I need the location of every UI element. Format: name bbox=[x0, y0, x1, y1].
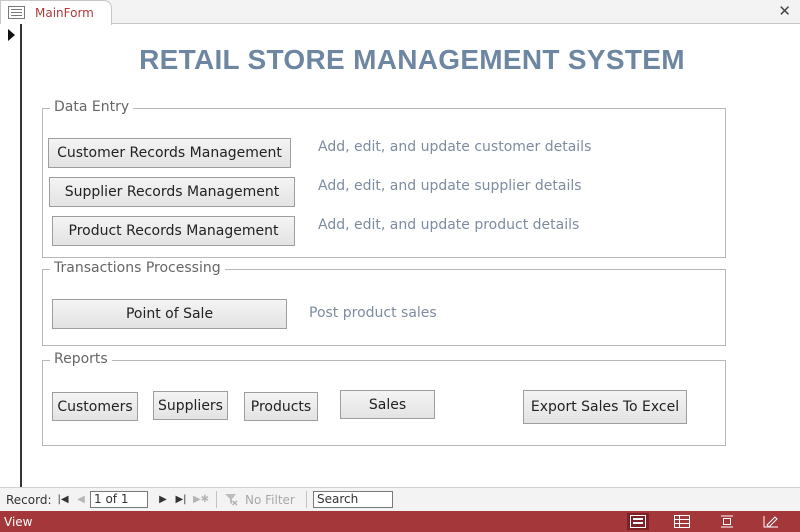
tab-label: MainForm bbox=[35, 6, 94, 20]
status-text: View bbox=[4, 515, 33, 529]
form-icon bbox=[8, 6, 25, 19]
record-navigation-bar: Record: |◀ ◀ 1 of 1 ▶ ▶| ▶✱ No Filter Se… bbox=[0, 487, 800, 511]
divider bbox=[216, 491, 217, 508]
first-record-icon[interactable]: |◀ bbox=[56, 492, 70, 506]
point-of-sale-description: Post product sales bbox=[309, 305, 437, 321]
record-label: Record: bbox=[6, 493, 52, 507]
supplier-records-management-button[interactable]: Supplier Records Management bbox=[49, 177, 295, 207]
data-entry-group-label: Data Entry bbox=[50, 99, 134, 115]
page-title: RETAIL STORE MANAGEMENT SYSTEM bbox=[139, 44, 685, 75]
close-icon[interactable]: ✕ bbox=[778, 2, 791, 20]
customer-records-description: Add, edit, and update customer details bbox=[318, 139, 592, 155]
transactions-processing-group-label: Transactions Processing bbox=[50, 260, 225, 276]
filter-icon bbox=[225, 494, 238, 506]
previous-record-icon[interactable]: ◀ bbox=[74, 492, 88, 506]
document-tab-strip: MainForm ✕ bbox=[0, 0, 800, 25]
search-input[interactable]: Search bbox=[313, 491, 393, 508]
layout-view-icon[interactable] bbox=[716, 513, 738, 530]
product-records-description: Add, edit, and update product details bbox=[318, 217, 580, 233]
divider bbox=[306, 491, 307, 508]
status-bar: View bbox=[0, 511, 800, 532]
products-report-button[interactable]: Products bbox=[244, 392, 318, 421]
customers-report-button[interactable]: Customers bbox=[52, 392, 138, 421]
suppliers-report-button[interactable]: Suppliers bbox=[153, 391, 228, 420]
supplier-records-description: Add, edit, and update supplier details bbox=[318, 178, 582, 194]
tab-mainform[interactable]: MainForm bbox=[0, 0, 112, 25]
form-view-icon[interactable] bbox=[627, 513, 649, 530]
point-of-sale-button[interactable]: Point of Sale bbox=[52, 299, 287, 329]
current-record-field[interactable]: 1 of 1 bbox=[90, 491, 148, 508]
new-record-icon[interactable]: ▶✱ bbox=[193, 492, 209, 506]
filter-toggle[interactable]: No Filter bbox=[245, 493, 295, 507]
export-sales-to-excel-button[interactable]: Export Sales To Excel bbox=[523, 390, 687, 424]
product-records-management-button[interactable]: Product Records Management bbox=[52, 216, 295, 246]
last-record-icon[interactable]: ▶| bbox=[174, 492, 188, 506]
reports-group-label: Reports bbox=[50, 351, 112, 367]
record-selector-arrow-icon bbox=[8, 29, 15, 41]
datasheet-view-icon[interactable] bbox=[671, 513, 693, 530]
next-record-icon[interactable]: ▶ bbox=[156, 492, 170, 506]
customer-records-management-button[interactable]: Customer Records Management bbox=[48, 138, 291, 168]
design-view-icon[interactable] bbox=[760, 513, 782, 530]
record-selector[interactable] bbox=[0, 24, 22, 487]
sales-report-button[interactable]: Sales bbox=[340, 390, 435, 419]
